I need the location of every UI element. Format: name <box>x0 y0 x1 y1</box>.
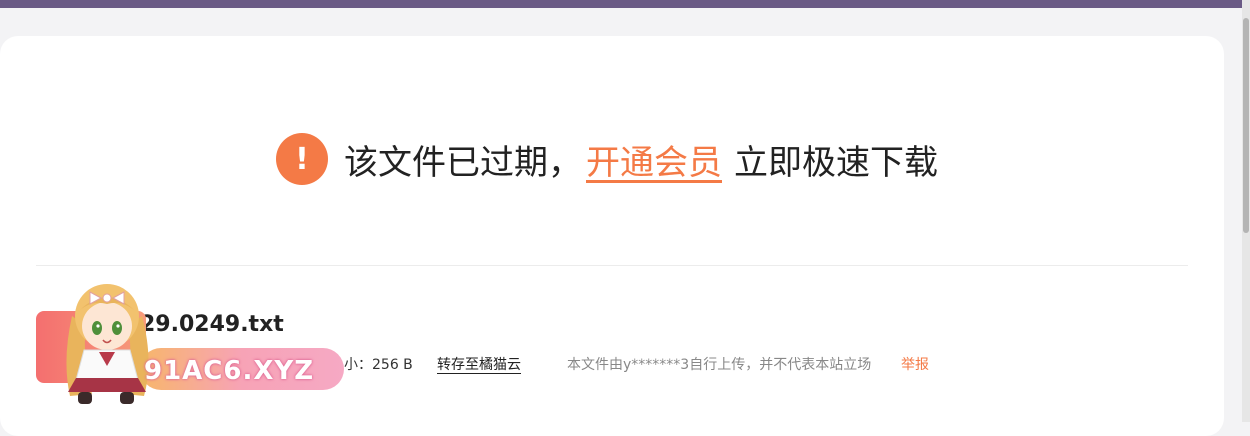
top-bar <box>0 0 1250 8</box>
file-size: 小：256 B <box>344 357 413 373</box>
expired-notice: ! 该文件已过期， 开通会员 立即极速下载 <box>276 132 938 186</box>
fast-download-text: 立即极速下载 <box>734 142 938 183</box>
open-vip-link[interactable]: 开通会员 <box>586 135 722 184</box>
expired-text: 该文件已过期， <box>344 142 582 183</box>
upload-disclaimer: 本文件由y*******3自行上传，并不代表本站立场 <box>567 357 872 373</box>
save-to-cloud-link[interactable]: 转存至橘猫云 <box>437 354 521 374</box>
exclamation-icon: ! <box>276 133 328 185</box>
anime-girl-watermark-icon <box>66 284 149 404</box>
divider <box>36 265 1188 266</box>
scrollbar[interactable] <box>1242 0 1250 422</box>
scrollbar-thumb[interactable] <box>1243 18 1249 233</box>
watermark-text: 91AC6.XYZ <box>144 356 315 386</box>
report-link[interactable]: 举报 <box>901 354 929 374</box>
